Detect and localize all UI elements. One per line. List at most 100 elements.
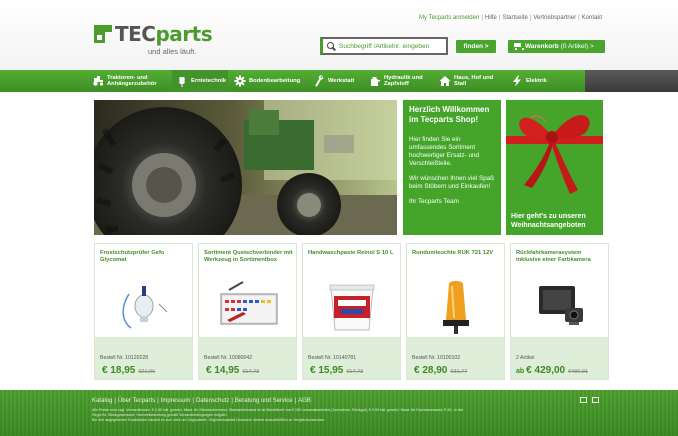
oil-can-icon: [371, 77, 380, 86]
price-value: € 28,90: [414, 365, 448, 376]
logo-tec: TEC: [115, 22, 156, 46]
product-name[interactable]: Rundumleuchte RUK 721 12V: [412, 250, 502, 257]
nav-item-electrics[interactable]: Elektrik: [505, 70, 555, 92]
nav-item-tractor[interactable]: Traktoren- und Anhängerzubehör: [92, 70, 172, 92]
footer-link[interactable]: Datenschutz: [196, 398, 229, 404]
price-value: € 14,95: [206, 365, 240, 376]
old-price: €17,73: [346, 369, 364, 375]
footer-link[interactable]: Impressum: [161, 398, 191, 404]
nav-item-workshop[interactable]: Werkstatt: [307, 70, 363, 92]
nav-label: Werkstatt: [328, 77, 355, 84]
old-price: €31,77: [450, 369, 468, 375]
logo-text: TECparts: [115, 22, 213, 46]
wrench-icon: [315, 75, 324, 87]
help-link[interactable]: Hilfe: [485, 15, 497, 21]
camera-icon: [539, 286, 583, 325]
footer-link[interactable]: AGB: [298, 398, 311, 404]
hero-image[interactable]: [94, 100, 397, 235]
price-value: € 15,95: [310, 365, 344, 376]
footer-legal-text: Bei den angegebenen Ersatzteilen handelt…: [92, 418, 325, 422]
old-price: €480,91: [568, 369, 588, 375]
price-value: € 429,00: [526, 365, 566, 376]
logo-parts: parts: [155, 22, 213, 46]
print-icon[interactable]: [580, 397, 587, 403]
nav-label: Haus, Hof und Stall: [454, 74, 494, 88]
nav-item-hydraulics[interactable]: Hydraulik und Zapfstoff: [363, 70, 433, 92]
old-price: €17,73: [242, 369, 260, 375]
search-input[interactable]: [339, 42, 439, 50]
beacon-icon: [443, 281, 469, 334]
product-artno: Bestell Nr. 10080042: [204, 355, 253, 361]
login-link[interactable]: My Tecparts anmelden: [419, 15, 479, 21]
price-prefix: ab: [516, 368, 525, 375]
footer-link[interactable]: Katalog: [92, 398, 112, 404]
cart-button[interactable]: Warenkorb (0 Artikel) >: [508, 40, 605, 53]
welcome-signature: Ihr Tecparts Team: [409, 198, 459, 205]
welcome-text: Hier finden Sie ein umfassendes Sortimen…: [409, 136, 479, 167]
top-links: My Tecparts anmelden | Hilfe | Startseite | Ve…: [419, 15, 602, 21]
cart-count: (0 Artikel) >: [560, 43, 594, 50]
product-card[interactable]: Rückfahrkamerasystem inklusive einer Far…: [510, 243, 609, 380]
logo-tagline: und alles läuft.: [148, 47, 197, 56]
footer-links: Katalog | Über Tecparts | Impressum | Datensch…: [92, 398, 311, 404]
nav-label: Hydraulik und Zapfstoff: [384, 74, 423, 88]
product-artno: Bestell Nr. 10140781: [308, 355, 357, 361]
find-button[interactable]: finden >: [456, 40, 496, 53]
nav-item-farm[interactable]: Haus, Hof und Stall: [433, 70, 505, 92]
footer-link[interactable]: Über Tecparts: [118, 398, 155, 404]
nav-item-harvest[interactable]: Erntetechnik: [172, 70, 228, 92]
nav-label: Elektrik: [526, 77, 547, 84]
product-artno: Bestell Nr. 10120228: [100, 355, 149, 361]
christmas-promo[interactable]: Hier geht's zu unseren Weihnachtsangebot…: [506, 100, 603, 235]
nav-label: Erntetechnik: [191, 77, 227, 84]
product-price: € 14,95 €17,73: [204, 365, 259, 376]
footer-legal-text: Alle Preise sind zzgl. Versandkosten, € …: [92, 408, 464, 412]
product-price: € 18,95 €21,06: [100, 365, 155, 376]
product-card[interactable]: Handwaschpaste Reinol S 10 L Bestell Nr.…: [302, 243, 401, 380]
search-box: [320, 37, 448, 55]
nav-label: Bodenbearbeitung: [249, 77, 301, 84]
price-value: € 18,95: [102, 365, 136, 376]
welcome-heading: Herzlich Willkommen im Tecparts Shop!: [409, 105, 490, 124]
nav-item-soil[interactable]: Bodenbearbeitung: [228, 70, 307, 92]
nav-label: Traktoren- und Anhängerzubehör: [107, 74, 157, 88]
product-list: Frostschutzprüfer Gefo Glycomat Bestell …: [94, 243, 609, 380]
footer-legal-text: Regel für Stückgutversand. Sammelbestell…: [92, 413, 228, 417]
product-card[interactable]: Rundumleuchte RUK 721 12V Bestell Nr. 10…: [406, 243, 505, 380]
product-card[interactable]: Frostschutzprüfer Gefo Glycomat Bestell …: [94, 243, 193, 380]
product-price: ab € 429,00 €480,91: [516, 365, 588, 376]
footer: Katalog | Über Tecparts | Impressum | Datensch…: [0, 390, 678, 436]
partners-link[interactable]: Vertriebspartner: [533, 15, 576, 21]
footer-icons: [580, 397, 599, 403]
promo-label: Hier geht's zu unseren Weihnachtsangebot…: [511, 213, 586, 229]
footer-link[interactable]: Beratung und Service: [235, 398, 293, 404]
tractor-icon: [93, 76, 104, 86]
cart-icon: [513, 43, 524, 50]
product-name[interactable]: Handwaschpaste Reinol S 10 L: [308, 250, 398, 257]
main-nav: Traktoren- und Anhängerzubehör Erntetech…: [0, 70, 678, 92]
bucket-icon: [329, 284, 375, 331]
product-name[interactable]: Frostschutzprüfer Gefo Glycomat: [100, 250, 190, 264]
toolbox-icon: [220, 281, 278, 325]
product-name[interactable]: Sortiment Quetschverbinder mit Werkzeug …: [204, 250, 294, 264]
home-link[interactable]: Startseite: [502, 15, 527, 21]
product-name[interactable]: Rückfahrkamerasystem inklusive einer Far…: [516, 250, 606, 264]
logo-mark-icon: [94, 25, 112, 43]
contact-link[interactable]: Kontakt: [582, 15, 602, 21]
gear-icon: [234, 75, 246, 87]
house-icon: [439, 76, 451, 86]
product-price: € 15,95 €17,73: [308, 365, 363, 376]
cart-label: Warenkorb: [525, 43, 559, 50]
tractor-photo: [94, 100, 397, 235]
lightning-icon: [513, 75, 521, 87]
tester-icon: [122, 286, 168, 329]
product-price: € 28,90 €31,77: [412, 365, 467, 376]
search-icon: [327, 41, 336, 51]
old-price: €21,06: [138, 369, 156, 375]
product-artno: 2 Artikel: [516, 355, 535, 361]
logo[interactable]: TECparts und alles läuft.: [94, 22, 213, 56]
mail-icon[interactable]: [592, 397, 599, 403]
welcome-text: Wir wünschen Ihnen viel Spaß beim Stöber…: [409, 175, 495, 190]
product-card[interactable]: Sortiment Quetschverbinder mit Werkzeug …: [198, 243, 297, 380]
product-artno: Bestell Nr. 10100102: [412, 355, 461, 361]
